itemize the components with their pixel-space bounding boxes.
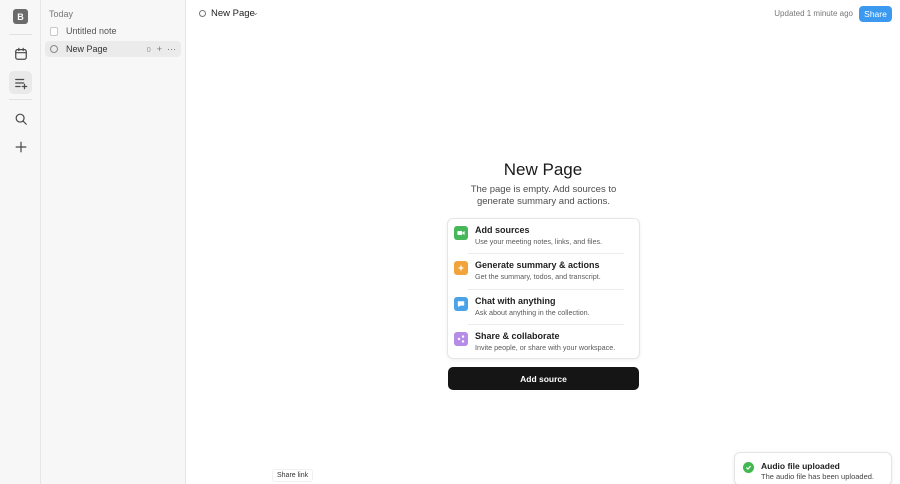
list-add-icon	[14, 78, 27, 89]
upload-toast: Audio file uploaded The audio file has b…	[734, 452, 892, 484]
feature-add-sources: Add sources Use your meeting notes, link…	[454, 219, 626, 254]
feature-title: Chat with anything	[475, 296, 556, 306]
toast-title: Audio file uploaded	[761, 461, 840, 471]
feature-generate-summary: Generate summary & actions Get the summa…	[454, 254, 626, 289]
add-source-button[interactable]: Add source	[448, 367, 639, 390]
sidebar-item-label: Untitled note	[66, 26, 117, 36]
app-window: B Today Untitled note New Page 0 + ⋯ New…	[0, 0, 900, 484]
sidebar-item-label: New Page	[66, 44, 108, 54]
sparkle-icon	[454, 261, 468, 275]
icon-rail: B	[0, 0, 41, 484]
share-link-button[interactable]: Share link	[272, 469, 314, 482]
add-child-icon[interactable]: +	[157, 44, 162, 54]
feature-description: Invite people, or share with your worksp…	[475, 343, 616, 352]
feature-chat: Chat with anything Ask about anything in…	[454, 290, 626, 325]
page-title-breadcrumb[interactable]: New Page	[211, 8, 255, 19]
feature-card: Add sources Use your meeting notes, link…	[447, 218, 640, 359]
notes-list-button[interactable]	[9, 71, 32, 94]
feature-share: Share & collaborate Invite people, or sh…	[454, 325, 626, 360]
sidebar-item-untitled-note[interactable]: Untitled note	[45, 23, 181, 39]
top-bar: New Page ⌄ Updated 1 minute ago Share	[186, 0, 900, 28]
feature-description: Get the summary, todos, and transcript.	[475, 272, 601, 281]
share-button[interactable]: Share	[859, 6, 892, 22]
search-icon	[15, 113, 27, 125]
updated-status: Updated 1 minute ago	[774, 9, 853, 18]
feature-description: Use your meeting notes, links, and files…	[475, 237, 603, 246]
share-icon	[454, 332, 468, 346]
feature-title: Add sources	[475, 225, 530, 235]
page-icon	[199, 10, 206, 17]
rail-divider	[9, 34, 32, 35]
chevron-down-icon[interactable]: ⌄	[252, 8, 259, 17]
feature-title: Share & collaborate	[475, 331, 560, 341]
video-icon	[454, 226, 468, 240]
more-options-icon[interactable]: ⋯	[167, 44, 176, 54]
search-button[interactable]	[9, 107, 32, 130]
feature-description: Ask about anything in the collection.	[475, 308, 590, 317]
section-label-today: Today	[49, 9, 74, 19]
rail-divider	[9, 99, 32, 100]
empty-state-description: The page is empty. Add sources to genera…	[470, 184, 617, 207]
sidebar-item-new-page[interactable]: New Page 0 + ⋯	[45, 41, 181, 57]
chat-icon	[454, 297, 468, 311]
notes-sidebar: Today Untitled note New Page 0 + ⋯	[41, 0, 186, 484]
check-circle-icon	[743, 462, 754, 473]
new-item-button[interactable]	[9, 135, 32, 158]
feature-title: Generate summary & actions	[475, 260, 600, 270]
workspace-avatar[interactable]: B	[13, 9, 28, 24]
calendar-icon	[14, 47, 27, 60]
note-checkbox-icon[interactable]	[50, 26, 58, 36]
page-icon	[50, 45, 58, 53]
item-count: 0	[146, 44, 151, 54]
page-title: New Page	[503, 160, 583, 179]
calendar-button[interactable]	[9, 42, 32, 65]
toast-description: The audio file has been uploaded.	[761, 472, 875, 481]
plus-icon	[15, 141, 26, 152]
